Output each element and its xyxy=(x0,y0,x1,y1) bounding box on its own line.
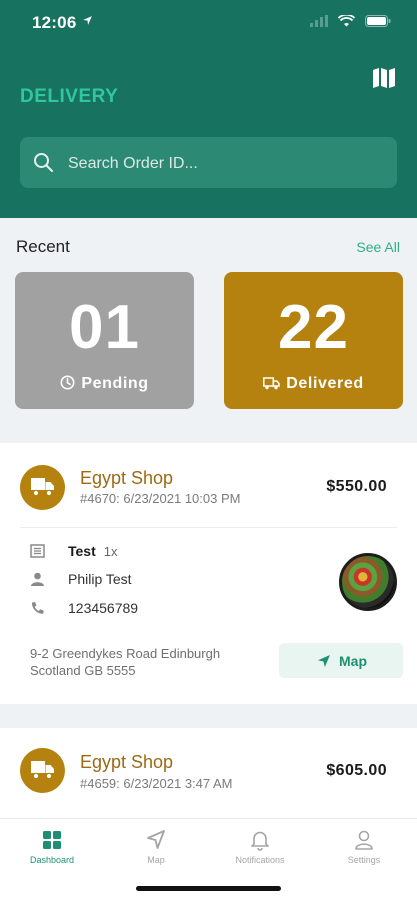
tab-label: Map xyxy=(147,855,165,865)
item-quantity: 1x xyxy=(103,544,118,559)
truck-icon xyxy=(31,761,54,780)
order-avatar xyxy=(20,465,65,510)
pending-label-row: Pending xyxy=(15,375,194,393)
order-card[interactable]: Egypt Shop #4659: 6/23/2021 3:47 AM $605… xyxy=(0,728,417,818)
dashboard-icon xyxy=(43,831,61,849)
phone-icon xyxy=(31,602,44,614)
delivered-card[interactable]: 22 Delivered xyxy=(224,272,403,409)
delivered-label: Delivered xyxy=(286,375,364,392)
see-all-link[interactable]: See All xyxy=(356,239,400,255)
pending-card[interactable]: 01 Pending xyxy=(15,272,194,409)
order-meta: #4659: 6/23/2021 3:47 AM xyxy=(80,776,233,791)
search-bar[interactable] xyxy=(20,137,397,190)
shop-name: Egypt Shop xyxy=(80,468,174,488)
navigation-icon xyxy=(147,830,165,849)
order-avatar xyxy=(20,748,65,793)
receipt-icon xyxy=(30,544,45,558)
tab-label: Settings xyxy=(347,855,381,865)
order-price: $605.00 xyxy=(326,762,387,779)
order-meta: #4670: 6/23/2021 10:03 PM xyxy=(80,491,241,506)
pending-label: Pending xyxy=(81,375,149,392)
phone-number[interactable]: 123456789 xyxy=(68,600,138,616)
tab-map[interactable]: Map xyxy=(116,829,196,865)
navigation-arrow-icon xyxy=(318,655,330,667)
divider xyxy=(20,527,397,528)
bell-icon xyxy=(251,831,269,851)
pending-count: 01 xyxy=(69,293,140,362)
tab-label: Notifications xyxy=(235,855,285,865)
tab-settings[interactable]: Settings xyxy=(324,829,404,865)
person-icon xyxy=(31,572,44,586)
cellular-signal-icon xyxy=(310,15,328,27)
map-button-label: Map xyxy=(339,653,367,669)
status-bar: 12:06 xyxy=(0,0,417,46)
map-icon[interactable] xyxy=(371,66,397,90)
home-indicator xyxy=(136,886,281,891)
tab-label: Dashboard xyxy=(29,855,75,865)
truck-icon xyxy=(31,478,54,497)
app-header: 12:06 DELIVERY xyxy=(0,0,417,218)
location-arrow-icon xyxy=(83,16,92,25)
search-icon xyxy=(34,153,53,172)
status-time: 12:06 xyxy=(32,13,77,32)
order-card[interactable]: Egypt Shop #4670: 6/23/2021 10:03 PM $55… xyxy=(0,443,417,704)
item-name: Test xyxy=(68,543,96,559)
clock-icon xyxy=(60,375,75,390)
status-icons xyxy=(310,15,391,27)
recent-heading: Recent xyxy=(16,237,70,256)
tab-notifications[interactable]: Notifications xyxy=(220,829,300,865)
search-input[interactable] xyxy=(66,137,390,190)
delivered-label-row: Delivered xyxy=(224,375,403,393)
tab-dashboard[interactable]: Dashboard xyxy=(12,829,92,865)
battery-icon xyxy=(365,15,391,27)
user-icon xyxy=(355,830,373,850)
customer-name: Philip Test xyxy=(68,571,132,587)
order-price: $550.00 xyxy=(326,478,387,495)
wifi-icon xyxy=(338,15,355,27)
truck-icon xyxy=(263,377,281,390)
page-title: DELIVERY xyxy=(20,86,119,107)
product-image xyxy=(339,553,397,611)
shop-name: Egypt Shop xyxy=(80,752,174,772)
delivered-count: 22 xyxy=(278,293,349,362)
map-button[interactable]: Map xyxy=(279,643,403,678)
delivery-address: 9-2 Greendykes Road Edinburgh Scotland G… xyxy=(30,646,221,678)
